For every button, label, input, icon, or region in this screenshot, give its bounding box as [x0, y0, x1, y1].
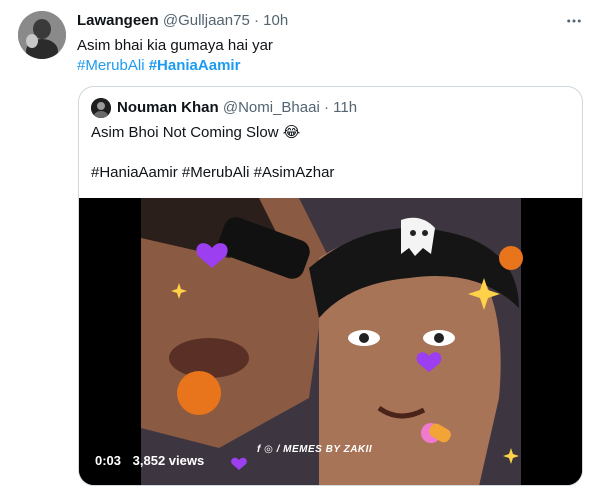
tweet[interactable]: Lawangeen @Gulljaan75 · 10h Asim bhai ki… — [0, 0, 597, 494]
hashtag-link[interactable]: #MerubAli — [77, 57, 145, 74]
more-icon[interactable] — [562, 9, 586, 33]
quoted-tweet[interactable]: Nouman Khan @Nomi_Bhaai · 11h Asim Bhoi … — [78, 86, 583, 486]
quote-header: Nouman Khan @Nomi_Bhaai · 11h — [117, 99, 357, 116]
quote-avatar[interactable] — [91, 98, 111, 118]
separator-dot: · — [323, 99, 329, 116]
pumpkin-emoji — [499, 246, 523, 270]
author-name[interactable]: Lawangeen — [77, 12, 159, 29]
avatar[interactable] — [18, 11, 66, 59]
quote-timestamp[interactable]: 11h — [333, 99, 357, 116]
quote-author-handle[interactable]: @Nomi_Bhaai — [223, 99, 320, 116]
video-timestamp: 0:03 — [95, 453, 122, 468]
pumpkin-emoji — [177, 371, 221, 415]
hashtag-link[interactable]: #HaniaAamir — [149, 57, 241, 74]
video-player[interactable]: f ◎ / MEMES BY ZAKII 0:03 3,852 views — [79, 198, 582, 485]
quote-hashtags: #HaniaAamir #MerubAli #AsimAzhar — [91, 164, 335, 181]
tweet-header: Lawangeen @Gulljaan75 · 10h — [77, 12, 288, 29]
quote-author-name[interactable]: Nouman Khan — [117, 99, 219, 116]
tweet-text: Asim bhai kia gumaya hai yar — [77, 37, 273, 54]
video-watermark: f ◎ / MEMES BY ZAKII — [257, 444, 373, 455]
video-views: 3,852 views — [132, 453, 205, 468]
tweet-hashtags: #MerubAli #HaniaAamir — [77, 56, 240, 76]
separator-dot: · — [253, 12, 259, 29]
video-meta: 0:03 3,852 views — [95, 453, 212, 468]
quote-text: Asim Bhoi Not Coming Slow 😂 — [91, 124, 301, 141]
timestamp[interactable]: 10h — [263, 12, 288, 29]
author-handle[interactable]: @Gulljaan75 — [163, 12, 250, 29]
video-frame — [79, 198, 582, 485]
